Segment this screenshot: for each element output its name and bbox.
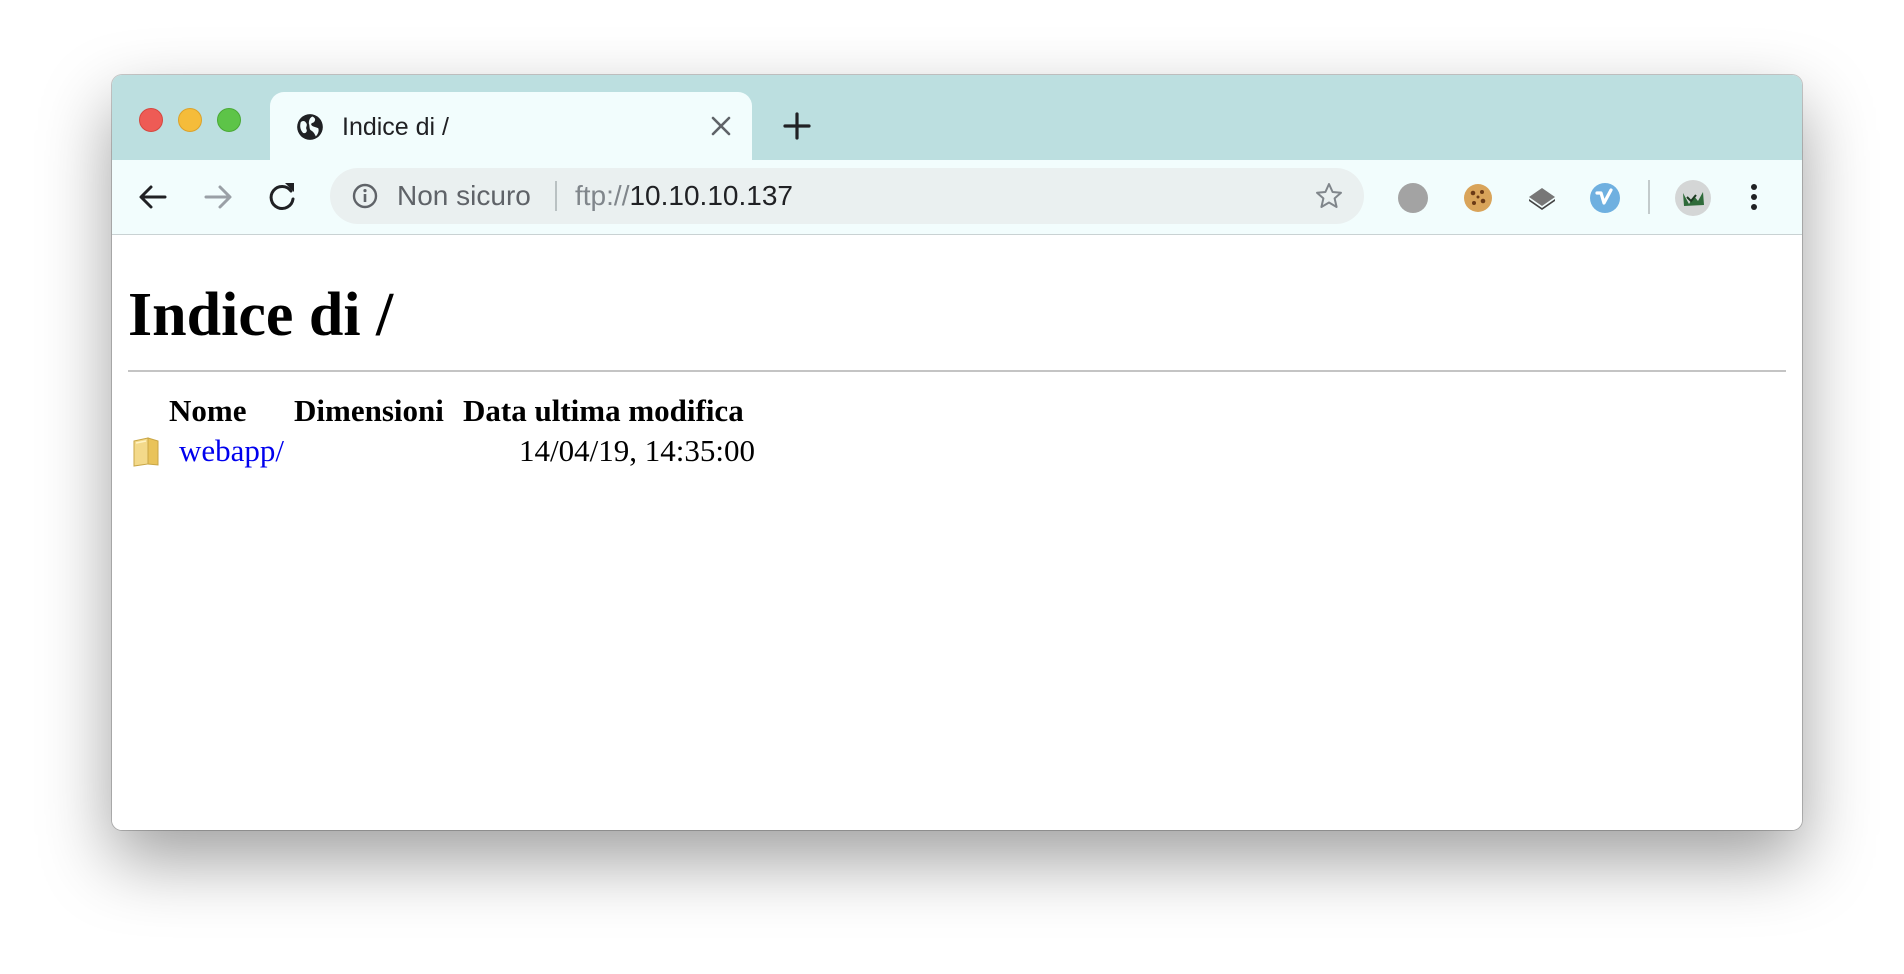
toolbar-separator xyxy=(1648,180,1650,214)
browser-window: Indice di / Non sicuro ftp://10.10.10.13… xyxy=(112,75,1802,830)
page-title: Indice di / xyxy=(128,281,394,349)
profile-avatar-icon[interactable] xyxy=(1674,179,1712,217)
page-content: Indice di / Nome Dimensioni Data ultima … xyxy=(112,235,1802,830)
url-host: 10.10.10.137 xyxy=(629,180,793,211)
more-menu-icon[interactable] xyxy=(1746,180,1762,214)
new-tab-plus-icon[interactable] xyxy=(782,111,812,141)
folder-icon xyxy=(133,437,159,467)
folder-link-webapp[interactable]: webapp/ xyxy=(179,433,284,469)
tab-active[interactable]: Indice di / xyxy=(270,92,752,160)
back-arrow-icon[interactable] xyxy=(136,180,170,214)
gray-circle-extension-icon[interactable] xyxy=(1397,182,1429,214)
title-bar: Indice di / xyxy=(112,75,1802,160)
url-text[interactable]: ftp://10.10.10.137 xyxy=(575,180,793,212)
browser-toolbar: Non sicuro ftp://10.10.10.137 xyxy=(112,160,1802,235)
forward-arrow-icon[interactable] xyxy=(201,180,235,214)
security-status-label[interactable]: Non sicuro xyxy=(397,180,531,212)
cookie-extension-icon[interactable] xyxy=(1462,182,1494,214)
globe-icon xyxy=(297,114,323,140)
url-scheme: ftp:// xyxy=(575,180,630,211)
minimize-window-button[interactable] xyxy=(178,108,202,132)
address-bar[interactable]: Non sicuro ftp://10.10.10.137 xyxy=(330,168,1364,224)
close-window-button[interactable] xyxy=(139,108,163,132)
column-header-size[interactable]: Dimensioni xyxy=(294,393,444,429)
layers-extension-icon[interactable] xyxy=(1526,182,1558,214)
address-separator xyxy=(555,181,557,211)
divider xyxy=(128,370,1786,372)
bookmark-star-icon[interactable] xyxy=(1314,181,1344,211)
reload-icon[interactable] xyxy=(265,180,299,214)
close-icon[interactable] xyxy=(710,115,732,137)
zoom-window-button[interactable] xyxy=(217,108,241,132)
row-modified-date: 14/04/19, 14:35:00 xyxy=(519,433,755,468)
info-icon[interactable] xyxy=(352,183,378,209)
column-header-name[interactable]: Nome xyxy=(169,393,246,429)
column-header-modified[interactable]: Data ultima modifica xyxy=(463,393,744,429)
vimeo-extension-icon[interactable] xyxy=(1589,182,1621,214)
tab-title: Indice di / xyxy=(342,113,450,141)
